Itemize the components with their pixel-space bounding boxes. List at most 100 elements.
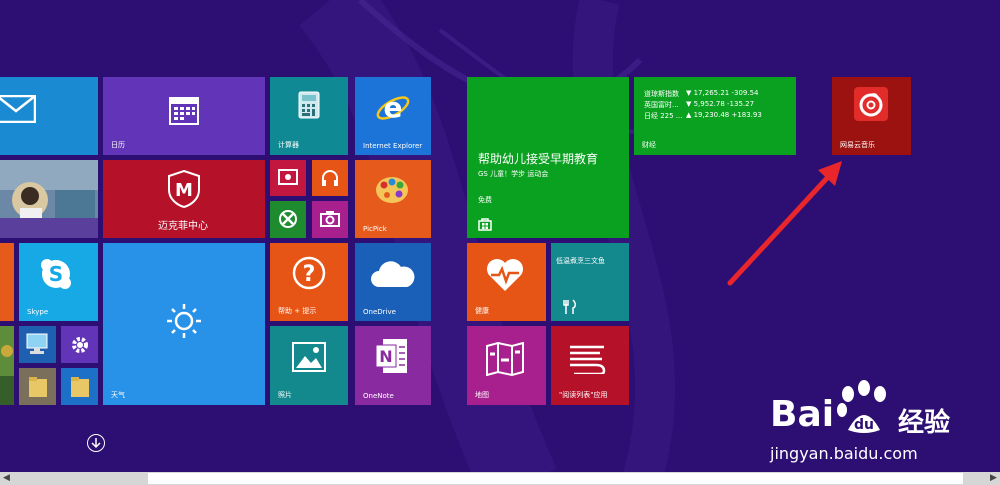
tile-internet-explorer-label: Internet Explorer bbox=[363, 142, 423, 150]
tile-partial-orange[interactable] bbox=[0, 243, 14, 321]
picpick-palette-icon bbox=[375, 175, 409, 205]
svg-text:M: M bbox=[175, 180, 193, 201]
tile-onenote-label: OneNote bbox=[363, 392, 394, 400]
sun-icon bbox=[166, 303, 202, 339]
svg-text:e: e bbox=[384, 91, 403, 124]
tile-folder-2[interactable] bbox=[61, 368, 98, 405]
skype-icon: S bbox=[39, 257, 73, 291]
svg-text:N: N bbox=[379, 347, 392, 366]
tile-health[interactable]: 健康 bbox=[467, 243, 546, 321]
tile-calculator-label: 计算器 bbox=[278, 141, 299, 149]
camera-icon bbox=[320, 211, 340, 227]
tile-help[interactable]: ? 帮助 + 提示 bbox=[270, 243, 348, 321]
help-icon: ? bbox=[292, 256, 326, 290]
tile-camera[interactable] bbox=[312, 201, 348, 238]
tile-mail[interactable] bbox=[0, 77, 98, 155]
photo-thumb-image bbox=[0, 326, 14, 405]
tile-finance[interactable]: 道琼斯指数 ▼ 17,265.21 -309.54 英国富时... ▼ 5,95… bbox=[634, 77, 796, 155]
finance-row-2-value: ▼ 5,952.78 -135.27 bbox=[686, 100, 755, 108]
calculator-icon bbox=[298, 91, 320, 119]
tile-calendar-label: 日历 bbox=[111, 141, 125, 149]
tile-games[interactable] bbox=[270, 201, 306, 238]
tile-video[interactable] bbox=[270, 160, 306, 196]
tile-people[interactable] bbox=[0, 160, 98, 238]
tile-health-label: 健康 bbox=[475, 307, 489, 315]
baidu-watermark: Bai du 经验 jingyan.baidu.com bbox=[770, 380, 990, 470]
tile-photo-thumb[interactable] bbox=[0, 326, 14, 405]
tile-weather[interactable]: 天气 bbox=[103, 243, 265, 405]
tile-food-label: 低温煮烹三文鱼 bbox=[556, 257, 605, 265]
people-photo bbox=[0, 160, 98, 238]
mcafee-shield-icon: M bbox=[168, 170, 200, 208]
scroll-right-button[interactable]: ▶ bbox=[987, 472, 1000, 485]
tile-onenote[interactable]: N OneNote bbox=[355, 326, 431, 405]
tile-maps-label: 地图 bbox=[475, 391, 489, 399]
tile-food[interactable]: 低温煮烹三文鱼 bbox=[551, 243, 629, 321]
folder-icon-2 bbox=[70, 376, 90, 398]
paw-icon: du bbox=[834, 380, 894, 436]
tile-picpick-label: PicPick bbox=[363, 225, 387, 233]
store-ad-price: 免费 bbox=[478, 196, 492, 204]
tile-skype-label: Skype bbox=[27, 308, 49, 316]
heart-pulse-icon bbox=[485, 257, 525, 293]
finance-row-1-name: 道琼斯指数 bbox=[644, 90, 679, 98]
xbox-icon bbox=[278, 209, 298, 229]
all-apps-button[interactable] bbox=[87, 434, 105, 452]
tile-folder-1[interactable] bbox=[19, 368, 56, 405]
finance-row-3-value: ▲ 19,230.48 +183.93 bbox=[686, 111, 762, 119]
watermark-jingyan: 经验 bbox=[898, 408, 951, 438]
mail-icon bbox=[0, 95, 36, 123]
tile-settings[interactable] bbox=[61, 326, 98, 363]
watermark-brand: Bai bbox=[770, 394, 835, 435]
finance-row-3-name: 日经 225 ... bbox=[644, 112, 683, 120]
onenote-icon: N bbox=[375, 338, 409, 374]
scroll-left-button[interactable]: ◀ bbox=[0, 472, 13, 485]
tile-onedrive-label: OneDrive bbox=[363, 308, 396, 316]
svg-text:du: du bbox=[854, 417, 874, 433]
computer-icon bbox=[25, 333, 49, 355]
tile-photos[interactable]: 照片 bbox=[270, 326, 348, 405]
internet-explorer-icon: e bbox=[375, 90, 411, 126]
tile-weather-label: 天气 bbox=[111, 391, 125, 399]
fork-knife-icon bbox=[563, 299, 577, 315]
tile-calendar[interactable]: 日历 bbox=[103, 77, 265, 155]
tile-store-ad[interactable]: 帮助幼儿接受早期教育 GS 儿童！学步 运动会 免费 bbox=[467, 77, 629, 238]
tile-help-label: 帮助 + 提示 bbox=[278, 307, 317, 315]
tile-mcafee[interactable]: M 迈克菲中心 bbox=[103, 160, 265, 238]
tile-reading-list-label: "阅读列表"应用 bbox=[559, 391, 608, 399]
arrow-down-icon bbox=[91, 437, 101, 449]
calendar-icon bbox=[168, 94, 200, 126]
tile-netease-music[interactable]: 网易云音乐 bbox=[832, 77, 911, 155]
svg-text:S: S bbox=[49, 262, 63, 286]
folder-icon bbox=[28, 376, 48, 398]
tile-internet-explorer[interactable]: e Internet Explorer bbox=[355, 77, 431, 155]
svg-text:?: ? bbox=[303, 262, 316, 287]
netease-music-icon bbox=[854, 87, 888, 121]
tile-onedrive[interactable]: OneDrive bbox=[355, 243, 431, 321]
tile-maps[interactable]: 地图 bbox=[467, 326, 546, 405]
tile-picpick[interactable]: PicPick bbox=[355, 160, 431, 238]
tile-calculator[interactable]: 计算器 bbox=[270, 77, 348, 155]
cloud-icon bbox=[369, 261, 417, 289]
gear-icon bbox=[70, 335, 90, 355]
tile-finance-label: 财经 bbox=[642, 141, 656, 149]
annotation-arrow bbox=[727, 161, 842, 286]
watermark-url: jingyan.baidu.com bbox=[770, 444, 918, 463]
map-icon bbox=[485, 342, 525, 376]
finance-row-1-value: ▼ 17,265.21 -309.54 bbox=[686, 89, 759, 97]
headphones-icon bbox=[320, 168, 340, 188]
video-icon bbox=[278, 169, 298, 187]
horizontal-scrollbar[interactable]: ◀ ▶ bbox=[0, 472, 1000, 485]
photos-icon bbox=[292, 342, 326, 372]
tile-mcafee-label: 迈克菲中心 bbox=[158, 221, 208, 232]
store-icon bbox=[478, 217, 492, 231]
scroll-thumb[interactable] bbox=[148, 473, 963, 484]
tile-photos-label: 照片 bbox=[278, 391, 292, 399]
tile-control-panel[interactable] bbox=[19, 326, 56, 363]
tile-reading-list[interactable]: "阅读列表"应用 bbox=[551, 326, 629, 405]
tile-netease-music-label: 网易云音乐 bbox=[840, 141, 875, 149]
tile-skype[interactable]: S Skype bbox=[19, 243, 98, 321]
finance-row-2-name: 英国富时... bbox=[644, 101, 679, 109]
store-ad-title: 帮助幼儿接受早期教育 bbox=[478, 152, 599, 166]
tile-music[interactable] bbox=[312, 160, 348, 196]
